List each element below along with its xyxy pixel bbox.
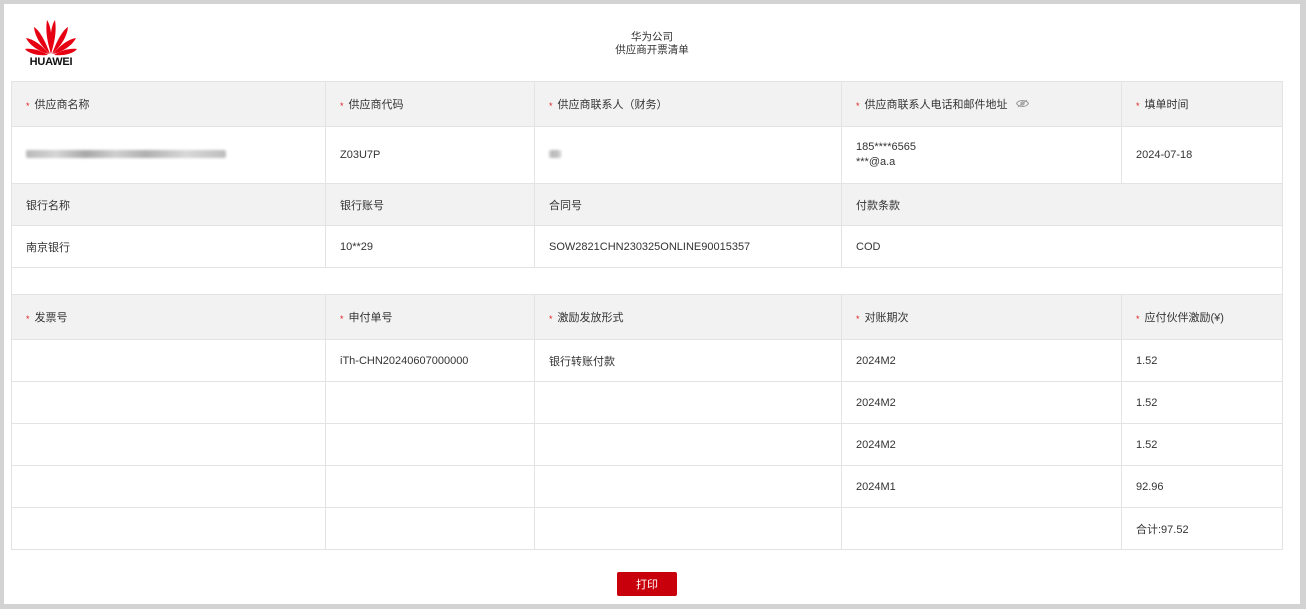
required-star: *: [856, 101, 860, 111]
period-cell: 2024M1: [841, 465, 1122, 508]
invoice-header-row: * 发票号 * 申付单号 * 激励发放形式 * 对账期次 * 应付伙伴激励(¥): [11, 294, 1283, 340]
supplier-contact-value: [534, 126, 842, 184]
table-row: iTh-CHN20240607000000 银行转账付款 2024M2 1.52: [11, 339, 1283, 382]
required-star: *: [1136, 314, 1140, 324]
table-row: 2024M2 1.52: [11, 381, 1283, 424]
total-amount: 合计:97.52: [1121, 507, 1283, 550]
document-title: 供应商开票清单: [615, 44, 689, 56]
header-invoice-no: * 发票号: [11, 294, 326, 340]
header-amount: * 应付伙伴激励(¥): [1121, 294, 1283, 340]
document-frame: HUAWEI 华为公司 供应商开票清单 * 供应商名称 * 供应商代码 * 供应商联系…: [4, 4, 1300, 604]
invoice-table: * 供应商名称 * 供应商代码 * 供应商联系人（财务） * 供应商联系人电话和邮件地址…: [11, 81, 1283, 550]
invoice-no-cell: [11, 465, 326, 508]
supplier-header-row: * 供应商名称 * 供应商代码 * 供应商联系人（财务） * 供应商联系人电话和邮件地址…: [11, 81, 1283, 127]
incentive-form-cell: [534, 423, 842, 466]
contract-no-value: SOW2821CHN230325ONLINE90015357: [534, 225, 842, 268]
spacer-row: [11, 267, 1283, 295]
apply-no-cell: [325, 423, 535, 466]
bank-value-row: 南京银行 10**29 SOW2821CHN230325ONLINE900153…: [11, 225, 1283, 268]
incentive-form-cell: [534, 381, 842, 424]
invoice-no-cell: [11, 339, 326, 382]
header-supplier-contact: * 供应商联系人（财务）: [534, 81, 842, 127]
header-payment-terms: 付款条款: [841, 183, 1283, 226]
apply-no-cell: [325, 381, 535, 424]
required-star: *: [340, 314, 344, 324]
header-bank-name: 银行名称: [11, 183, 326, 226]
bank-header-row: 银行名称 银行账号 合同号 付款条款: [11, 183, 1283, 226]
required-star: *: [1136, 101, 1140, 111]
total-row: 合计:97.52: [11, 507, 1283, 550]
amount-cell: 92.96: [1121, 465, 1283, 508]
period-cell: 2024M2: [841, 423, 1122, 466]
supplier-value-row: Z03U7P 185****6565 ***@a.a 2024-07-18: [11, 126, 1283, 184]
page-title: 华为公司 供应商开票清单: [4, 31, 1300, 57]
table-row: 2024M2 1.52: [11, 423, 1283, 466]
logo-text: HUAWEI: [29, 56, 73, 68]
header-period: * 对账期次: [841, 294, 1122, 340]
invoice-no-cell: [11, 381, 326, 424]
required-star: *: [26, 314, 30, 324]
incentive-form-cell: 银行转账付款: [534, 339, 842, 382]
period-cell: 2024M2: [841, 381, 1122, 424]
header-bank-account: 银行账号: [325, 183, 535, 226]
header-contact-phone-email: * 供应商联系人电话和邮件地址: [841, 81, 1122, 127]
header-fill-date: * 填单时间: [1121, 81, 1283, 127]
required-star: *: [549, 314, 553, 324]
company-name: 华为公司: [631, 31, 673, 43]
amount-cell: 1.52: [1121, 423, 1283, 466]
apply-no-cell: iTh-CHN20240607000000: [325, 339, 535, 382]
contact-phone-email-value: 185****6565 ***@a.a: [841, 126, 1122, 184]
redacted-contact-name: [549, 150, 561, 158]
amount-cell: 1.52: [1121, 339, 1283, 382]
table-row: 2024M1 92.96: [11, 465, 1283, 508]
eye-icon[interactable]: [1015, 99, 1029, 111]
print-button[interactable]: 打印: [617, 572, 677, 596]
redacted-supplier-name: [26, 150, 226, 158]
invoice-no-cell: [11, 423, 326, 466]
bank-name-value: 南京银行: [11, 225, 326, 268]
fill-date-value: 2024-07-18: [1121, 126, 1283, 184]
payment-terms-value: COD: [841, 225, 1283, 268]
required-star: *: [856, 314, 860, 324]
contact-email: ***@a.a: [856, 156, 896, 168]
period-cell: 2024M2: [841, 339, 1122, 382]
contact-phone: 185****6565: [856, 141, 916, 153]
amount-cell: 1.52: [1121, 381, 1283, 424]
required-star: *: [549, 101, 553, 111]
bank-account-value: 10**29: [325, 225, 535, 268]
required-star: *: [340, 101, 344, 111]
apply-no-cell: [325, 465, 535, 508]
header-supplier-code: * 供应商代码: [325, 81, 535, 127]
supplier-code-value: Z03U7P: [325, 126, 535, 184]
header-apply-no: * 申付单号: [325, 294, 535, 340]
incentive-form-cell: [534, 465, 842, 508]
header-supplier-name: * 供应商名称: [11, 81, 326, 127]
required-star: *: [26, 101, 30, 111]
header-contract-no: 合同号: [534, 183, 842, 226]
header-incentive-form: * 激励发放形式: [534, 294, 842, 340]
supplier-name-value: [11, 126, 326, 184]
